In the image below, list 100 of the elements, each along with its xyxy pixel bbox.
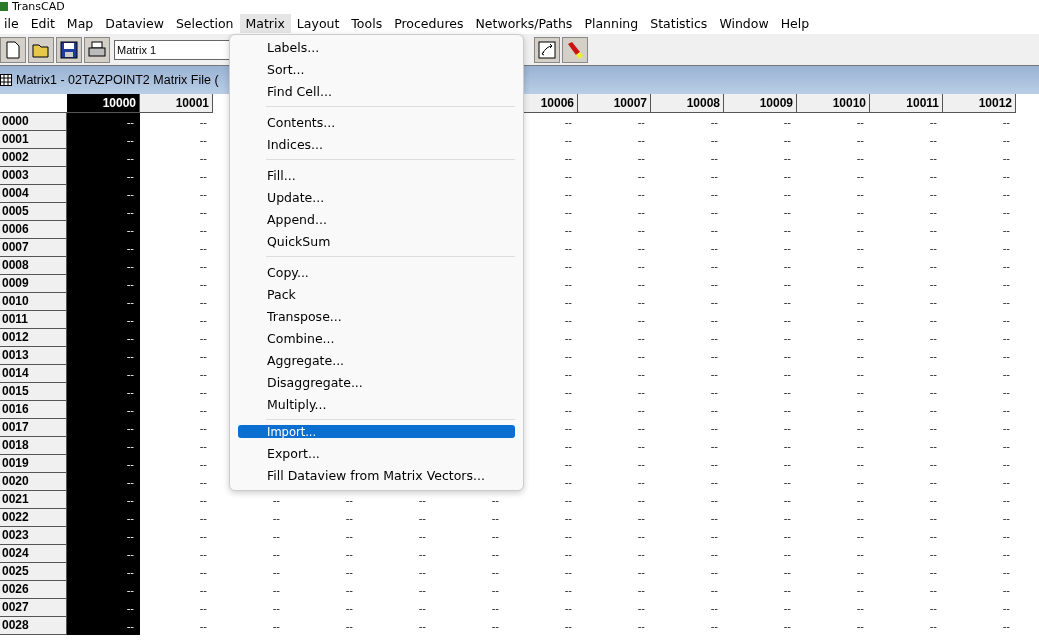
menu-item[interactable]: Matrix xyxy=(239,13,291,33)
table-cell-text: -- xyxy=(490,583,500,598)
table-cell-text: -- xyxy=(709,115,719,130)
table-cell-text: -- xyxy=(709,277,719,292)
row-header[interactable]: 0021 xyxy=(0,491,67,509)
menu-option[interactable]: Fill Dataview from Matrix Vectors... xyxy=(238,464,515,486)
row-header[interactable]: 0022 xyxy=(0,509,67,527)
table-cell-text: -- xyxy=(855,421,865,436)
row-header[interactable]: 0005 xyxy=(0,203,67,221)
menu-option[interactable]: Import... xyxy=(238,425,515,438)
menu-option[interactable]: Fill... xyxy=(238,164,515,186)
menu-option[interactable]: QuickSum xyxy=(238,230,515,252)
row-header[interactable]: 0026 xyxy=(0,581,67,599)
menu-option[interactable]: Export... xyxy=(238,442,515,464)
menu-option[interactable]: Disaggregate... xyxy=(238,371,515,393)
table-cell-text: -- xyxy=(563,133,573,148)
table-cell-text: -- xyxy=(563,277,573,292)
menu-option[interactable]: Aggregate... xyxy=(238,349,515,371)
table-cell: -- xyxy=(67,491,140,509)
menu-option[interactable]: Indices... xyxy=(238,133,515,155)
table-cell-text: -- xyxy=(928,367,938,382)
row-header[interactable]: 0000 xyxy=(0,113,67,131)
table-cell: -- xyxy=(67,167,140,185)
table-cell-text: -- xyxy=(1001,385,1011,400)
row-header[interactable]: 0001 xyxy=(0,131,67,149)
row-header[interactable]: 0002 xyxy=(0,149,67,167)
toolbar-button[interactable] xyxy=(84,36,110,63)
row-header[interactable]: 0018 xyxy=(0,437,67,455)
row-header[interactable]: 0003 xyxy=(0,167,67,185)
menu-item[interactable]: Layout xyxy=(290,13,346,33)
column-header[interactable]: 10007 xyxy=(578,94,651,113)
row-header[interactable]: 0008 xyxy=(0,257,67,275)
row-header[interactable]: 0004 xyxy=(0,185,67,203)
table-cell: -- xyxy=(67,599,140,617)
row-header[interactable]: 0027 xyxy=(0,599,67,617)
app-icon xyxy=(0,1,8,11)
menu-item[interactable]: Selection xyxy=(169,13,240,33)
row-header[interactable]: 0015 xyxy=(0,383,67,401)
table-cell-text: -- xyxy=(563,529,573,544)
column-header[interactable]: 10009 xyxy=(724,94,797,113)
row-header[interactable]: 0023 xyxy=(0,527,67,545)
menu-item[interactable]: Tools xyxy=(345,13,389,33)
toolbar-button[interactable] xyxy=(56,36,82,63)
table-cell-text: -- xyxy=(709,457,719,472)
menu-option[interactable]: Update... xyxy=(238,186,515,208)
toolbar-button[interactable] xyxy=(534,36,560,63)
table-cell: -- xyxy=(67,455,140,473)
menu-option[interactable]: Combine... xyxy=(238,327,515,349)
row-header[interactable]: 0012 xyxy=(0,329,67,347)
column-header[interactable]: 10011 xyxy=(870,94,943,113)
menu-option[interactable]: Transpose... xyxy=(238,305,515,327)
menu-item[interactable]: Statistics xyxy=(644,13,714,33)
menu-option[interactable]: Pack xyxy=(238,283,515,305)
menu-option[interactable]: Sort... xyxy=(238,58,515,80)
row-header[interactable]: 0014 xyxy=(0,365,67,383)
table-cell-text: -- xyxy=(928,133,938,148)
menu-item[interactable]: Dataview xyxy=(99,13,170,33)
table-cell-text: -- xyxy=(928,511,938,526)
row-header[interactable]: 0019 xyxy=(0,455,67,473)
table-cell-text: -- xyxy=(928,205,938,220)
table-cell-text: -- xyxy=(928,529,938,544)
table-cell-text: -- xyxy=(198,205,208,220)
row-header[interactable]: 0013 xyxy=(0,347,67,365)
row-header[interactable]: 0020 xyxy=(0,473,67,491)
menu-item[interactable]: Networks/Paths xyxy=(469,13,579,33)
row-header[interactable]: 0009 xyxy=(0,275,67,293)
table-cell-text: -- xyxy=(709,151,719,166)
menu-option[interactable]: Multiply... xyxy=(238,393,515,415)
row-header[interactable]: 0024 xyxy=(0,545,67,563)
row-header[interactable]: 0028 xyxy=(0,617,67,635)
table-cell-text: -- xyxy=(344,511,354,526)
table-cell-text: -- xyxy=(636,493,646,508)
table-cell-text: -- xyxy=(782,259,792,274)
row-header[interactable]: 0025 xyxy=(0,563,67,581)
row-header[interactable]: 0017 xyxy=(0,419,67,437)
menu-item[interactable]: Procedures xyxy=(388,13,470,33)
menu-item[interactable]: Help xyxy=(774,13,816,33)
table-cell-text: -- xyxy=(855,151,865,166)
menu-item[interactable]: Map xyxy=(60,13,100,33)
table-cell-text: -- xyxy=(563,385,573,400)
menu-item[interactable]: Window xyxy=(713,13,775,33)
column-header[interactable]: 10001 xyxy=(140,94,213,113)
table-cell-text: -- xyxy=(636,529,646,544)
menu-item[interactable]: Planning xyxy=(578,13,645,33)
table-cell-text: -- xyxy=(1001,493,1011,508)
column-header[interactable]: 10008 xyxy=(651,94,724,113)
menu-item[interactable]: Edit xyxy=(24,13,61,33)
menu-option[interactable]: Copy... xyxy=(238,261,515,283)
row-header[interactable]: 0006 xyxy=(0,221,67,239)
menu-option[interactable]: Append... xyxy=(238,208,515,230)
row-header[interactable]: 0007 xyxy=(0,239,67,257)
menu-item[interactable]: ile xyxy=(0,13,25,33)
table-cell-text: -- xyxy=(782,565,792,580)
row-header[interactable]: 0011 xyxy=(0,311,67,329)
column-header[interactable]: 10012 xyxy=(943,94,1016,113)
row-header[interactable]: 0016 xyxy=(0,401,67,419)
column-header[interactable]: 10000 xyxy=(67,94,140,113)
column-header[interactable]: 10010 xyxy=(797,94,870,113)
row-header[interactable]: 0010 xyxy=(0,293,67,311)
menu-option[interactable]: Contents... xyxy=(238,111,515,133)
